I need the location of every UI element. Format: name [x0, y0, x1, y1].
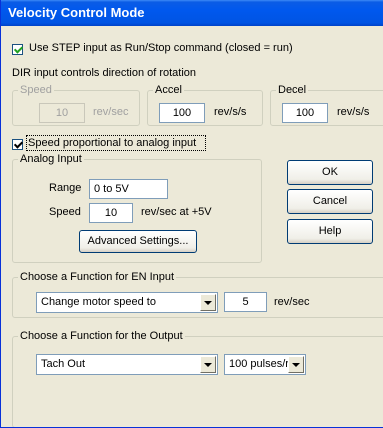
speed-group-legend: Speed: [20, 84, 52, 96]
chevron-down-icon[interactable]: [288, 356, 304, 373]
range-input[interactable]: 0 to 5V: [89, 179, 168, 199]
analog-speed-field-label: Speed: [49, 206, 81, 218]
decel-group-legend: Decel: [278, 84, 307, 96]
decel-input[interactable]: 100: [282, 103, 328, 123]
help-button[interactable]: Help: [287, 219, 373, 244]
range-value: 0 to 5V: [94, 183, 129, 195]
en-input-legend: Choose a Function for EN Input: [20, 271, 175, 283]
focus-rectangle: [26, 135, 206, 151]
analog-speed-value: 10: [104, 207, 118, 219]
velocity-control-dialog: Velocity Control Mode Use STEP input as …: [0, 0, 383, 428]
analog-input-legend: Analog Input: [20, 153, 82, 165]
accel-input[interactable]: 100: [159, 103, 205, 123]
window-title: Velocity Control Mode: [8, 5, 145, 20]
decel-value: 100: [295, 107, 315, 119]
en-function-value: Change motor speed to: [41, 296, 156, 308]
accel-unit: rev/s/s: [214, 106, 247, 118]
decel-unit: rev/s/s: [337, 106, 370, 118]
ok-button[interactable]: OK: [287, 160, 373, 185]
cancel-button[interactable]: Cancel: [287, 189, 373, 214]
speed-input[interactable]: 10: [39, 103, 85, 123]
en-speed-input[interactable]: 5: [224, 292, 267, 312]
output-legend: Choose a Function for the Output: [20, 330, 183, 342]
ok-label: OK: [322, 166, 338, 178]
output-group: Choose a Function for the Output: [12, 330, 383, 427]
dir-input-text: DIR input controls direction of rotation: [12, 67, 197, 79]
output-function-select[interactable]: Tach Out: [36, 354, 218, 375]
accel-value: 100: [172, 107, 192, 119]
chevron-down-icon[interactable]: [200, 356, 216, 373]
en-speed-unit: rev/sec: [274, 296, 310, 308]
range-label: Range: [49, 182, 82, 194]
help-label: Help: [318, 225, 342, 237]
analog-speed-checkbox[interactable]: [12, 139, 23, 150]
advanced-settings-button[interactable]: Advanced Settings...: [79, 230, 197, 253]
speed-unit: rev/sec: [93, 106, 129, 118]
analog-speed-input[interactable]: 10: [89, 203, 133, 223]
en-function-select[interactable]: Change motor speed to: [36, 292, 218, 313]
output-function-value: Tach Out: [41, 358, 86, 370]
speed-value: 10: [55, 107, 69, 119]
step-run-stop-checkbox[interactable]: [12, 44, 23, 55]
pulses-per-rev-select[interactable]: 100 pulses/rev: [224, 354, 306, 375]
cancel-label: Cancel: [312, 195, 348, 207]
advanced-settings-label: Advanced Settings...: [87, 235, 189, 247]
chevron-down-icon[interactable]: [200, 294, 216, 311]
accel-group-legend: Accel: [155, 84, 182, 96]
title-bar: Velocity Control Mode: [1, 0, 383, 26]
step-run-stop-label: Use STEP input as Run/Stop command (clos…: [29, 42, 293, 54]
en-speed-value: 5: [242, 296, 249, 308]
analog-speed-unit: rev/sec at +5V: [141, 206, 212, 218]
